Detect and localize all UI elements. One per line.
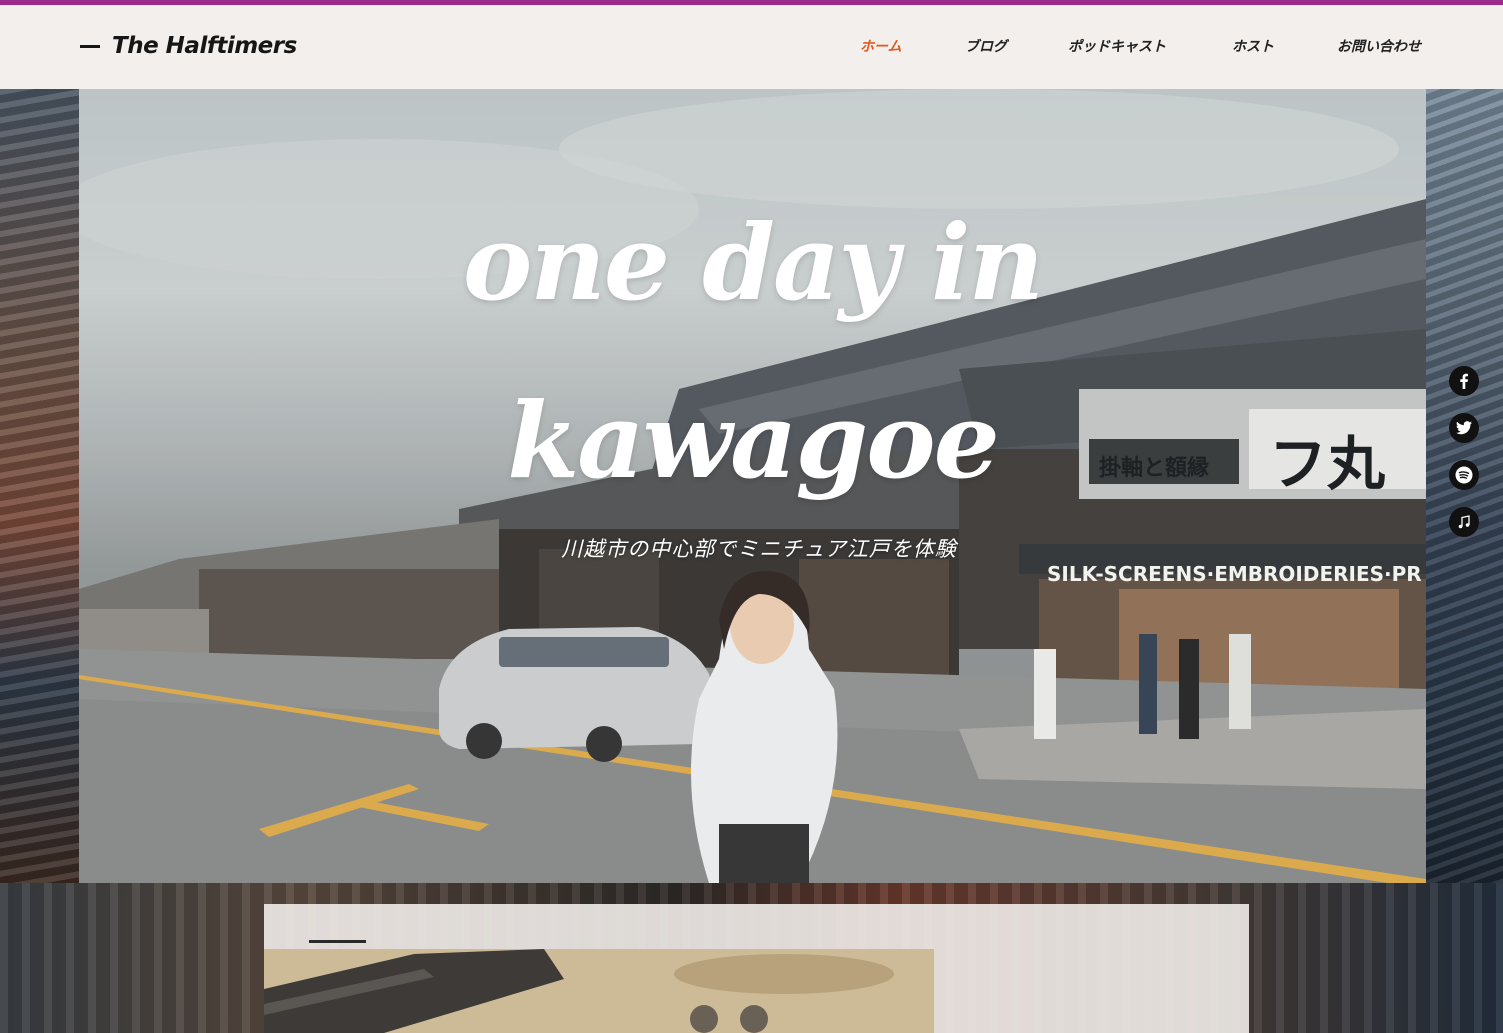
- banner-text: SILK-SCREENS·EMBROIDERIES·PR: [1047, 562, 1422, 586]
- featured-post-image[interactable]: [264, 949, 934, 1033]
- shop-sign-text: 掛軸と額縁: [1099, 455, 1209, 481]
- hero-section: one day in kawagoe 川越市の中心部でミニチュア江戸を体験 掛軸…: [79, 89, 1426, 883]
- background-photo-left: [0, 89, 79, 883]
- facebook-icon[interactable]: [1449, 366, 1479, 396]
- nav-item-hosts[interactable]: ホスト: [1232, 36, 1274, 56]
- page: The Halftimers ホーム ブログ ポッドキャスト ホスト お問い合わ…: [0, 0, 1503, 1033]
- nav-item-home[interactable]: ホーム: [860, 36, 902, 56]
- spotify-icon[interactable]: [1449, 460, 1479, 490]
- nav-item-blog[interactable]: ブログ: [965, 36, 1007, 56]
- shop-sign-large-text: フ丸: [1269, 430, 1385, 498]
- twitter-icon[interactable]: [1449, 413, 1479, 443]
- featured-post-card[interactable]: [264, 904, 1249, 1033]
- apple-podcasts-icon[interactable]: [1449, 507, 1479, 537]
- site-header: The Halftimers ホーム ブログ ポッドキャスト ホスト お問い合わ…: [0, 5, 1503, 89]
- main-nav: ホーム ブログ ポッドキャスト ホスト お問い合わせ: [0, 36, 1503, 60]
- nav-item-podcast[interactable]: ポッドキャスト: [1068, 36, 1166, 56]
- hero-signage: 掛軸と額縁 フ丸 SILK-SCREENS·EMBROIDERIES·PR: [1047, 430, 1422, 586]
- nav-item-contact[interactable]: お問い合わせ: [1337, 36, 1421, 56]
- card-dash: [309, 940, 366, 943]
- social-bar: [1449, 366, 1479, 554]
